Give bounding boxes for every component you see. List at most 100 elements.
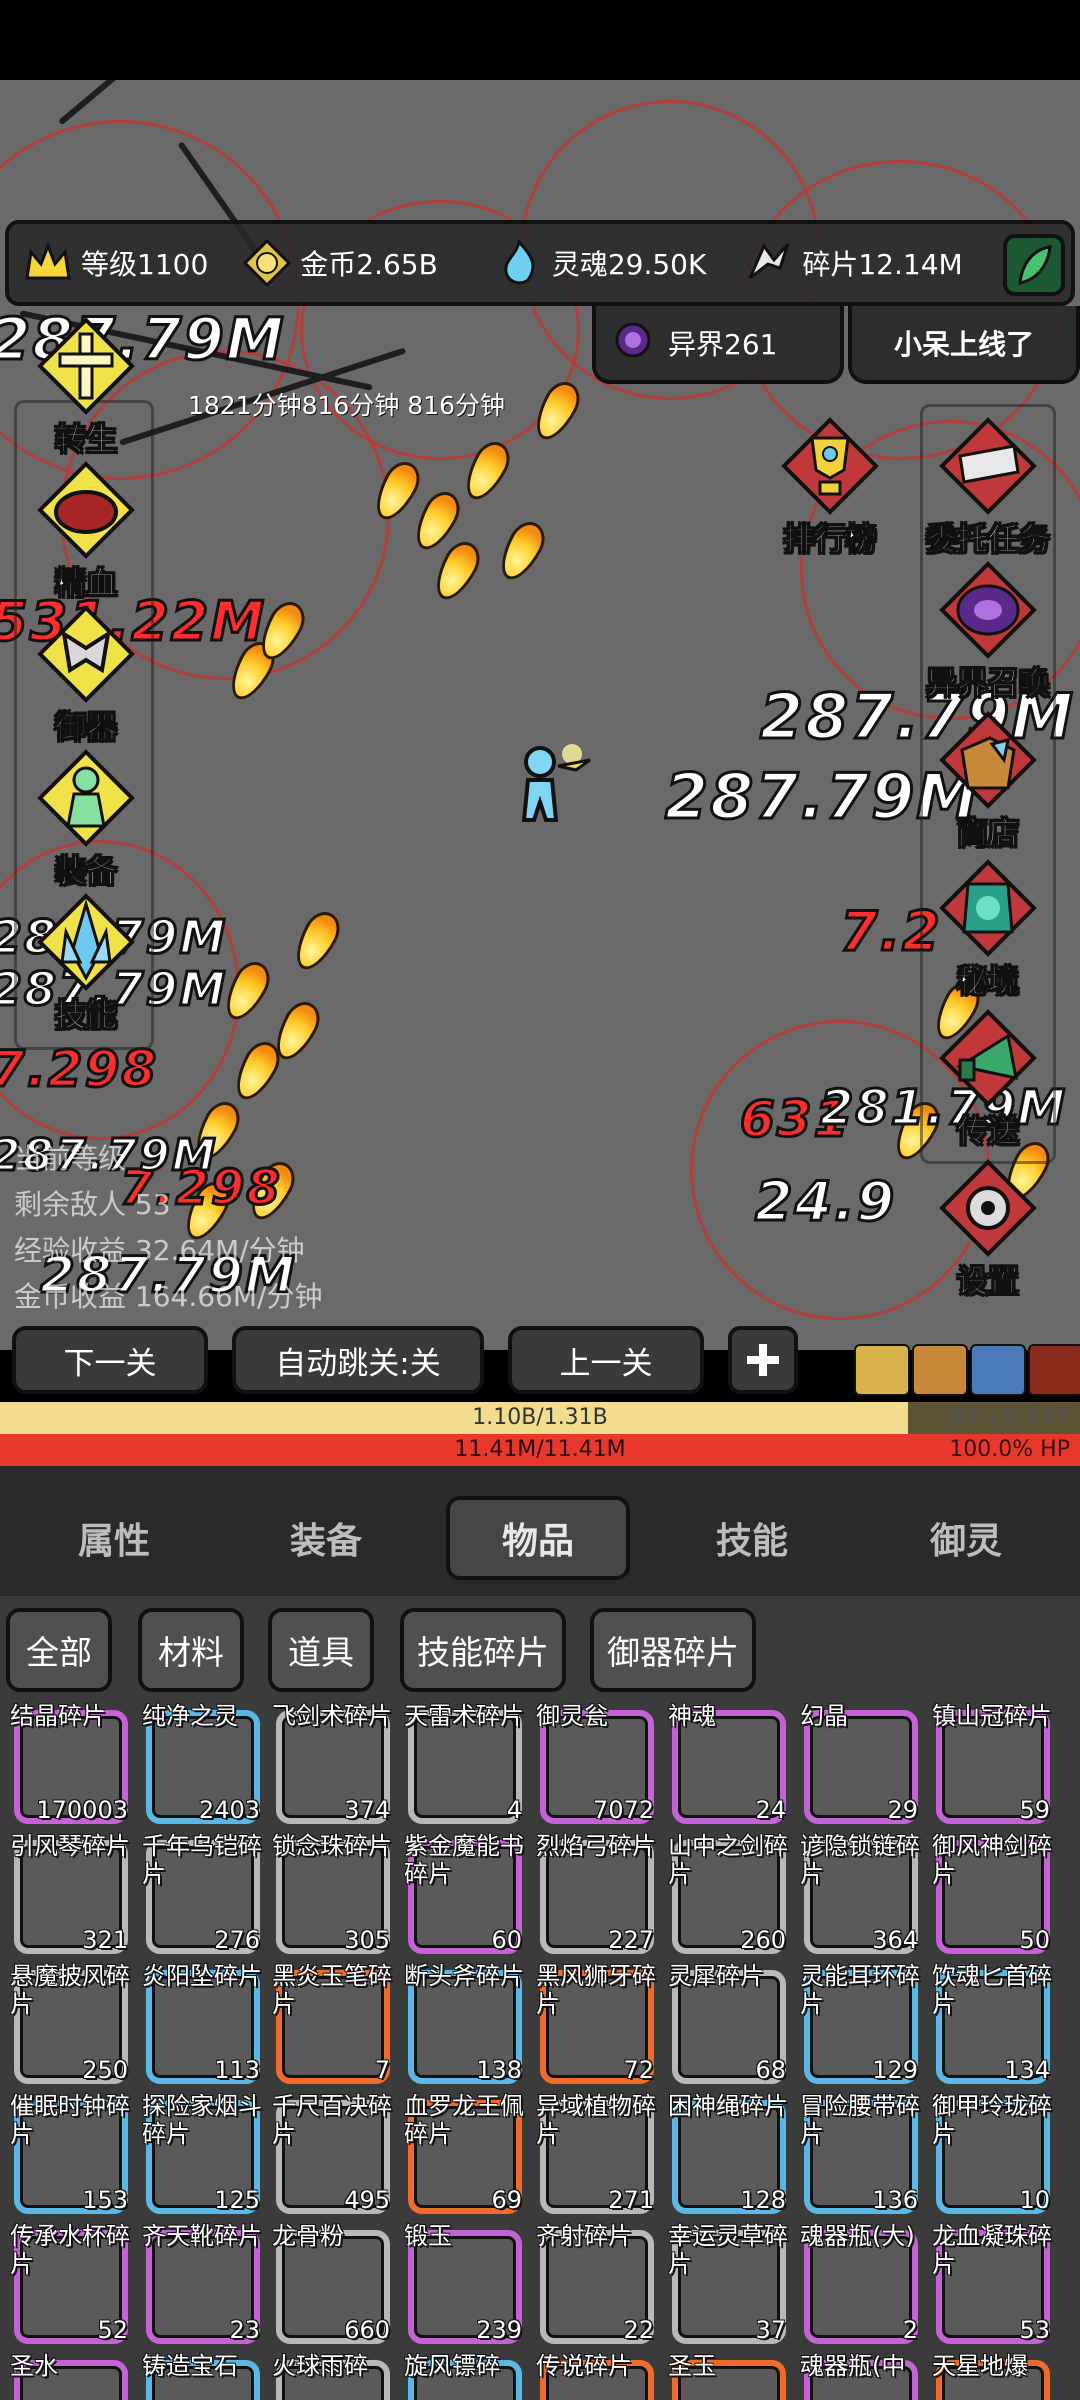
item-slot[interactable]: 山中之剑碎片 260 bbox=[664, 1832, 788, 1954]
item-slot[interactable]: 魂器瓶(大) 2 bbox=[796, 2222, 918, 2344]
equipment-button[interactable]: 装备 bbox=[16, 749, 156, 891]
item-count: 364 bbox=[872, 1926, 918, 1954]
item-slot[interactable]: 催眠时钟碎片 153 bbox=[6, 2092, 130, 2214]
item-slot[interactable]: 炎阳坠碎片 113 bbox=[138, 1962, 262, 2084]
item-count: 260 bbox=[740, 1926, 786, 1954]
item-slot[interactable]: 饮魂匕首碎片 134 bbox=[928, 1962, 1052, 2084]
item-slot[interactable]: 结晶碎片 170003 bbox=[6, 1702, 128, 1824]
item-slot[interactable]: 异域植物碎片 271 bbox=[532, 2092, 656, 2214]
item-slot[interactable]: 圣水 bbox=[6, 2352, 128, 2400]
teleport-label: 传送 bbox=[957, 1114, 1020, 1151]
item-slot[interactable]: 困神绳碎片 128 bbox=[664, 2092, 788, 2214]
scroll-icon bbox=[936, 417, 1040, 515]
tab-skills[interactable]: 技能 bbox=[660, 1496, 844, 1580]
skill-slot-icon[interactable] bbox=[970, 1344, 1026, 1396]
item-slot[interactable]: 千尺百决碎片 495 bbox=[268, 2092, 392, 2214]
item-slot[interactable]: 圣玉 bbox=[664, 2352, 786, 2400]
tab-equipment[interactable]: 装备 bbox=[234, 1496, 418, 1580]
artifact-button[interactable]: 御器 bbox=[16, 605, 156, 747]
soul-resource: 灵魂29.50K bbox=[494, 224, 706, 302]
tab-items[interactable]: 物品 bbox=[446, 1496, 630, 1580]
ice-crystal-icon bbox=[34, 893, 138, 991]
item-slot[interactable]: 纯净之灵 2403 bbox=[138, 1702, 260, 1824]
item-slot[interactable]: 锻玉 239 bbox=[400, 2222, 522, 2344]
item-count: 113 bbox=[214, 2056, 260, 2084]
item-slot[interactable]: 悬魔披风碎片 250 bbox=[6, 1962, 130, 2084]
tab-attributes[interactable]: 属性 bbox=[22, 1496, 206, 1580]
item-slot[interactable]: 火球雨碎 bbox=[268, 2352, 390, 2400]
auto-skip-button[interactable]: 自动跳关:关 bbox=[232, 1326, 484, 1394]
item-slot[interactable]: 齐天靴碎片 23 bbox=[138, 2222, 262, 2344]
item-slot[interactable]: 天雷术碎片 4 bbox=[400, 1702, 524, 1824]
item-slot[interactable]: 御灵瓮 7072 bbox=[532, 1702, 654, 1824]
item-name: 龙血凝珠碎片 bbox=[932, 2222, 1052, 2278]
item-slot[interactable]: 传说碎片 bbox=[532, 2352, 654, 2400]
item-slot[interactable]: 灵能耳环碎片 129 bbox=[796, 1962, 920, 2084]
item-slot[interactable]: 千年乌铠碎片 276 bbox=[138, 1832, 262, 1954]
filter-all[interactable]: 全部 bbox=[6, 1608, 112, 1692]
item-slot[interactable]: 魂器瓶(中 bbox=[796, 2352, 918, 2400]
item-slot[interactable]: 紫金魔能书碎片 60 bbox=[400, 1832, 524, 1954]
filter-artifact-shards[interactable]: 御器碎片 bbox=[590, 1608, 756, 1692]
leaf-menu-button[interactable] bbox=[1003, 234, 1065, 296]
person-icon bbox=[34, 749, 138, 847]
crown-icon bbox=[23, 238, 73, 288]
tab-bar: 属性 装备 物品 技能 御灵 bbox=[0, 1466, 1080, 1596]
item-slot[interactable]: 神魂 24 bbox=[664, 1702, 786, 1824]
item-slot[interactable]: 冒险腰带碎片 136 bbox=[796, 2092, 920, 2214]
essence-blood-button[interactable]: 精血 bbox=[16, 461, 156, 603]
item-slot[interactable]: 幻晶 29 bbox=[796, 1702, 918, 1824]
commission-button[interactable]: 委托任务 bbox=[918, 417, 1058, 559]
filter-props[interactable]: 道具 bbox=[268, 1608, 374, 1692]
item-slot[interactable]: 飞剑术碎片 374 bbox=[268, 1702, 392, 1824]
item-slot[interactable]: 谚隐锁链碎片 364 bbox=[796, 1832, 920, 1954]
filter-skill-shards[interactable]: 技能碎片 bbox=[400, 1608, 566, 1692]
axe-icon bbox=[34, 605, 138, 703]
item-slot[interactable]: 龙血凝珠碎片 53 bbox=[928, 2222, 1052, 2344]
item-slot[interactable]: 龙骨粉 660 bbox=[268, 2222, 390, 2344]
tab-spirits[interactable]: 御灵 bbox=[874, 1496, 1058, 1580]
item-slot[interactable]: 探险家烟斗碎片 125 bbox=[138, 2092, 262, 2214]
item-slot[interactable]: 镇山冠碎片 59 bbox=[928, 1702, 1052, 1824]
skill-button[interactable]: 技能 bbox=[16, 893, 156, 1035]
skill-slot-icon[interactable] bbox=[912, 1344, 968, 1396]
settings-button[interactable]: 设置 bbox=[918, 1159, 1058, 1301]
ground-crack bbox=[58, 80, 154, 126]
ranking-button[interactable]: 排行榜 bbox=[760, 417, 900, 559]
item-slot[interactable]: 烈焰弓碎片 227 bbox=[532, 1832, 656, 1954]
item-name: 冒险腰带碎片 bbox=[800, 2092, 920, 2148]
item-slot[interactable]: 幸运灵草碎片 37 bbox=[664, 2222, 788, 2344]
item-slot[interactable]: 御风神剑碎片 50 bbox=[928, 1832, 1052, 1954]
skill-slot-icon[interactable] bbox=[854, 1344, 910, 1396]
item-slot[interactable]: 引风琴碎片 321 bbox=[6, 1832, 130, 1954]
shop-button[interactable]: 商店 bbox=[918, 711, 1058, 853]
item-slot[interactable]: 断头斧碎片 138 bbox=[400, 1962, 524, 2084]
rebirth-button[interactable]: 转生 bbox=[16, 317, 156, 459]
otherworld-counter[interactable]: 异界261 bbox=[592, 306, 844, 384]
item-count: 239 bbox=[476, 2316, 522, 2344]
level-resource: 等级1100 bbox=[23, 224, 208, 302]
item-slot[interactable]: 天星地爆 bbox=[928, 2352, 1050, 2400]
secret-realm-button[interactable]: 秘境 bbox=[918, 859, 1058, 1001]
previous-stage-button[interactable]: 上一关 bbox=[508, 1326, 704, 1394]
item-slot[interactable]: 传承水杯碎片 52 bbox=[6, 2222, 130, 2344]
item-slot[interactable]: 灵犀碎片 68 bbox=[664, 1962, 786, 2084]
skill-slot-icon[interactable] bbox=[1028, 1344, 1080, 1396]
item-slot[interactable]: 齐射碎片 22 bbox=[532, 2222, 654, 2344]
item-count: 50 bbox=[1019, 1926, 1050, 1954]
add-button[interactable] bbox=[728, 1326, 798, 1394]
item-count: 250 bbox=[82, 2056, 128, 2084]
gold-resource: 金币2.65B bbox=[242, 224, 438, 302]
next-stage-button[interactable]: 下一关 bbox=[12, 1326, 208, 1394]
item-slot[interactable]: 铸造宝石 bbox=[138, 2352, 260, 2400]
filter-materials[interactable]: 材料 bbox=[138, 1608, 244, 1692]
item-slot[interactable]: 锁念珠碎片 305 bbox=[268, 1832, 392, 1954]
item-slot[interactable]: 血罗龙王佩碎片 69 bbox=[400, 2092, 524, 2214]
item-slot[interactable]: 御甲玲珑碎片 10 bbox=[928, 2092, 1052, 2214]
item-slot[interactable]: 黑风狮牙碎片 72 bbox=[532, 1962, 656, 2084]
item-name: 黑风狮牙碎片 bbox=[536, 1962, 656, 2018]
teleport-button[interactable]: 传送 bbox=[918, 1009, 1058, 1151]
otherworld-summon-button[interactable]: 异界召唤 bbox=[918, 561, 1058, 703]
item-slot[interactable]: 旋风镖碎 bbox=[400, 2352, 522, 2400]
item-slot[interactable]: 黑炎玉笔碎片 7 bbox=[268, 1962, 392, 2084]
